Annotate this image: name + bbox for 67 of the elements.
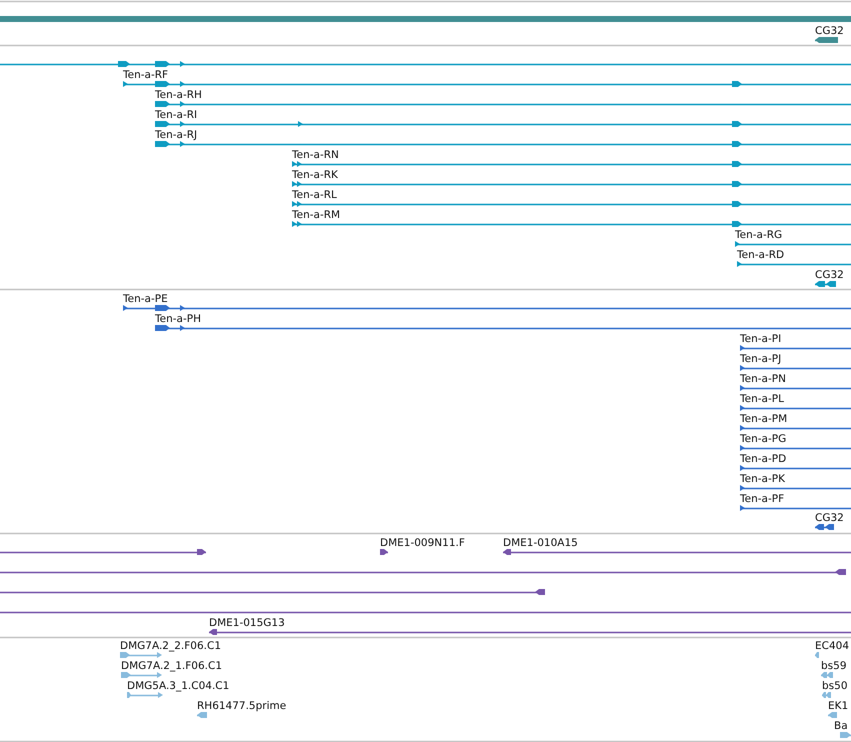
feature-glyph[interactable] bbox=[740, 345, 851, 351]
feature-glyph[interactable] bbox=[740, 505, 851, 511]
feature-label: Ten-a-RL bbox=[292, 189, 337, 201]
feature-label: DMG7A.2_2.F06.C1 bbox=[120, 640, 221, 652]
feature-glyph[interactable] bbox=[155, 325, 851, 331]
feature-label: bs59 bbox=[821, 660, 846, 672]
feature-glyph[interactable] bbox=[0, 569, 846, 575]
feature-label: Ten-a-PG bbox=[740, 433, 786, 445]
feature-glyph[interactable] bbox=[740, 385, 851, 391]
feature-label: CG32 bbox=[815, 25, 844, 37]
feature-label: Ten-a-PJ bbox=[740, 353, 782, 365]
feature-label: DME1-009N11.F bbox=[380, 537, 465, 549]
feature-glyph[interactable] bbox=[292, 221, 851, 227]
feature-label: CG32 bbox=[815, 512, 844, 524]
feature-label: Ten-a-PD bbox=[740, 453, 786, 465]
feature-glyph[interactable] bbox=[155, 121, 851, 127]
feature-label: Ten-a-PF bbox=[740, 493, 784, 505]
feature-label: Ten-a-PN bbox=[740, 373, 786, 385]
feature-glyph[interactable] bbox=[209, 629, 851, 635]
feature-glyph[interactable] bbox=[123, 81, 851, 87]
feature-label: Ten-a-RF bbox=[123, 69, 168, 81]
feature-label: DME1-015G13 bbox=[209, 617, 285, 629]
feature-glyph[interactable] bbox=[740, 365, 851, 371]
feature-label: Ten-a-RK bbox=[292, 169, 338, 181]
feature-label: Ten-a-RG bbox=[735, 229, 782, 241]
feature-glyph[interactable] bbox=[123, 305, 851, 311]
feature-label: DMG5A.3_1.C04.C1 bbox=[127, 680, 230, 692]
feature-label: CG32 bbox=[815, 269, 844, 281]
feature-glyph[interactable] bbox=[0, 61, 851, 67]
feature-glyph[interactable] bbox=[292, 181, 851, 187]
feature-label: DMG7A.2_1.F06.C1 bbox=[121, 660, 222, 672]
feature-label: Ten-a-PH bbox=[155, 313, 201, 325]
feature-label: Ten-a-RJ bbox=[155, 129, 198, 141]
feature-glyph[interactable] bbox=[740, 485, 851, 491]
feature-label: Ba bbox=[834, 720, 848, 732]
feature-label: EC404 bbox=[815, 640, 850, 652]
feature-glyph[interactable] bbox=[155, 101, 851, 107]
feature-label: Ten-a-PE bbox=[123, 293, 168, 305]
feature-glyph[interactable] bbox=[815, 281, 836, 287]
feature-label: EK1 bbox=[828, 700, 848, 712]
feature-glyph[interactable] bbox=[740, 465, 851, 471]
feature-glyph[interactable] bbox=[292, 161, 851, 167]
feature-label: Ten-a-RM bbox=[292, 209, 340, 221]
feature-glyph[interactable] bbox=[815, 524, 834, 530]
feature-glyph[interactable] bbox=[155, 141, 851, 147]
feature-glyph[interactable] bbox=[740, 425, 851, 431]
feature-glyph[interactable] bbox=[737, 261, 851, 267]
feature-label: bs50 bbox=[822, 680, 848, 692]
feature-glyph[interactable] bbox=[0, 549, 206, 555]
feature-glyph[interactable] bbox=[735, 241, 851, 247]
feature-label: Ten-a-PM bbox=[740, 413, 788, 425]
feature-label: Ten-a-RN bbox=[292, 149, 339, 161]
feature-glyph[interactable] bbox=[292, 201, 851, 207]
feature-glyph[interactable] bbox=[503, 549, 851, 555]
feature-label: Ten-a-PL bbox=[740, 393, 784, 405]
feature-glyph[interactable] bbox=[740, 445, 851, 451]
feature-label: Ten-a-RH bbox=[155, 89, 202, 101]
feature-glyph[interactable] bbox=[740, 405, 851, 411]
feature-glyph[interactable] bbox=[0, 589, 545, 595]
feature-glyph[interactable] bbox=[815, 37, 838, 43]
feature-glyph[interactable] bbox=[380, 549, 388, 555]
feature-label: DME1-010A15 bbox=[503, 537, 578, 549]
feature-label: Ten-a-RD bbox=[737, 249, 784, 261]
feature-label: RH61477.5prime bbox=[197, 700, 286, 712]
feature-label: Ten-a-PI bbox=[740, 333, 782, 345]
feature-label: Ten-a-RI bbox=[155, 109, 198, 121]
feature-label: Ten-a-PK bbox=[740, 473, 785, 485]
